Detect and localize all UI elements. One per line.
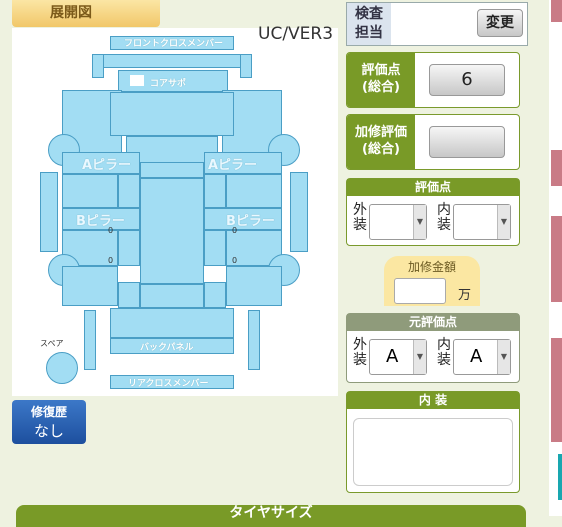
left-rear-quarter[interactable] xyxy=(62,266,118,306)
chevron-down-icon: ▼ xyxy=(497,340,510,374)
score-header: 評価点 xyxy=(347,179,519,196)
spare-tire[interactable] xyxy=(46,352,78,384)
overall-score-label: 評価点 (総合) xyxy=(347,53,415,107)
inspector-label-line2: 担当 xyxy=(355,25,383,41)
zero-mark: 0 xyxy=(108,226,114,235)
repair-cost-label: 加修金額 xyxy=(407,260,456,274)
original-interior-label-1: 内 xyxy=(437,337,451,353)
original-interior-label-2: 装 xyxy=(437,352,451,368)
repair-history-button[interactable]: 修復歴 なし xyxy=(12,400,86,444)
adjacent-panel-tab[interactable] xyxy=(551,150,562,186)
left-rear-side-member[interactable] xyxy=(84,310,96,370)
right-rear-inner[interactable] xyxy=(204,282,226,308)
overall-score-label-line2: (総合) xyxy=(362,80,400,95)
chevron-down-icon: ▼ xyxy=(413,340,426,374)
right-support-post[interactable] xyxy=(240,54,252,78)
right-rear-door-inner[interactable] xyxy=(204,230,226,266)
repair-history-value: なし xyxy=(33,422,64,440)
left-support-post[interactable] xyxy=(92,54,104,78)
zero-mark: 0 xyxy=(232,226,238,235)
diagram-version: UC/VER3 xyxy=(258,24,334,44)
right-front-door-inner[interactable] xyxy=(204,174,226,208)
score-box: 評価点 外 装 ▼ 内 装 ▼ xyxy=(346,178,520,246)
left-front-door[interactable] xyxy=(62,174,118,208)
repair-score-value[interactable] xyxy=(429,126,505,158)
right-side-sill[interactable] xyxy=(290,172,308,252)
interior-notes-textarea[interactable] xyxy=(353,418,513,486)
right-front-door[interactable] xyxy=(226,174,282,208)
front-cross-member-label: フロントクロスメンバー xyxy=(124,39,224,49)
score-interior-label-1: 内 xyxy=(437,202,451,218)
overall-score-value[interactable]: 6 xyxy=(429,64,505,96)
zero-mark: 0 xyxy=(232,256,238,265)
chevron-down-icon: ▼ xyxy=(413,205,426,239)
a-pillar-left-label: Aピラー xyxy=(82,158,132,173)
adjacent-panel-tab[interactable] xyxy=(551,0,562,22)
repair-score-box: 加修評価 (総合) xyxy=(346,114,520,170)
inspector-label: 検査 担当 xyxy=(347,3,391,45)
core-support-label: コアサポ xyxy=(150,79,187,89)
left-side-sill[interactable] xyxy=(40,172,58,252)
repair-cost-input[interactable] xyxy=(394,278,446,304)
original-interior-select[interactable]: A ▼ xyxy=(453,339,511,375)
spare-label: スペア xyxy=(40,339,64,348)
right-rear-side-member[interactable] xyxy=(248,310,260,370)
score-exterior-select[interactable]: ▼ xyxy=(369,204,427,240)
adjacent-panel-button[interactable] xyxy=(558,454,562,500)
rear-cross-member-label: リアクロスメンバー xyxy=(128,379,209,389)
windshield[interactable] xyxy=(140,162,204,178)
left-rear-door-inner[interactable] xyxy=(118,230,140,266)
right-rear-quarter[interactable] xyxy=(226,266,282,306)
score-exterior-label-1: 外 xyxy=(353,202,367,218)
original-exterior-value: A xyxy=(386,346,399,367)
score-interior-label: 内 装 xyxy=(437,203,451,233)
original-exterior-select[interactable]: A ▼ xyxy=(369,339,427,375)
chevron-down-icon: ▼ xyxy=(497,205,510,239)
repair-cost-box: 加修金額 万 xyxy=(384,256,480,306)
left-rear-inner[interactable] xyxy=(118,282,140,308)
roof[interactable] xyxy=(140,178,204,284)
original-score-header: 元評価点 xyxy=(347,314,519,331)
original-interior-label: 内 装 xyxy=(437,338,451,368)
zero-mark: 0 xyxy=(108,256,114,265)
overall-score-label-line1: 評価点 xyxy=(361,63,401,78)
score-interior-label-2: 装 xyxy=(437,217,451,233)
upper-support[interactable] xyxy=(92,54,252,68)
b-pillar-left-label: Bピラー xyxy=(76,214,125,229)
repair-cost-unit: 万 xyxy=(458,288,472,303)
original-score-box: 元評価点 外 装 A ▼ 内 装 A ▼ xyxy=(346,313,520,383)
core-support-marker xyxy=(130,75,144,86)
original-interior-value: A xyxy=(470,346,483,367)
hood[interactable] xyxy=(110,92,234,136)
inspector-label-line1: 検査 xyxy=(355,6,383,22)
adjacent-panel-tab[interactable] xyxy=(551,338,562,442)
repair-score-label: 加修評価 (総合) xyxy=(347,115,415,169)
original-exterior-label-2: 装 xyxy=(353,352,367,368)
inspector-box: 検査 担当 変更 xyxy=(346,2,528,46)
score-exterior-label-2: 装 xyxy=(353,217,367,233)
rear-glass[interactable] xyxy=(140,284,204,308)
original-exterior-label-1: 外 xyxy=(353,337,367,353)
change-inspector-button[interactable]: 変更 xyxy=(477,9,523,37)
trunk-lid[interactable] xyxy=(110,308,234,338)
overall-score-box: 評価点 (総合) 6 xyxy=(346,52,520,108)
score-interior-select[interactable]: ▼ xyxy=(453,204,511,240)
repair-score-label-line2: (総合) xyxy=(362,142,400,157)
original-exterior-label: 外 装 xyxy=(353,338,367,368)
diagram-tab[interactable]: 展開図 xyxy=(12,0,160,27)
adjacent-panel-tab[interactable] xyxy=(551,216,562,302)
repair-history-title: 修復歴 xyxy=(30,405,67,419)
interior-notes-header: 内 装 xyxy=(347,392,519,409)
interior-notes-box: 内 装 xyxy=(346,391,520,493)
back-panel-label: バックパネル xyxy=(140,343,194,353)
a-pillar-right-label: Aピラー xyxy=(208,158,258,173)
repair-score-label-line1: 加修評価 xyxy=(354,125,407,140)
score-exterior-label: 外 装 xyxy=(353,203,367,233)
tire-size-header: タイヤサイズ xyxy=(16,505,526,527)
left-front-door-inner[interactable] xyxy=(118,174,140,208)
